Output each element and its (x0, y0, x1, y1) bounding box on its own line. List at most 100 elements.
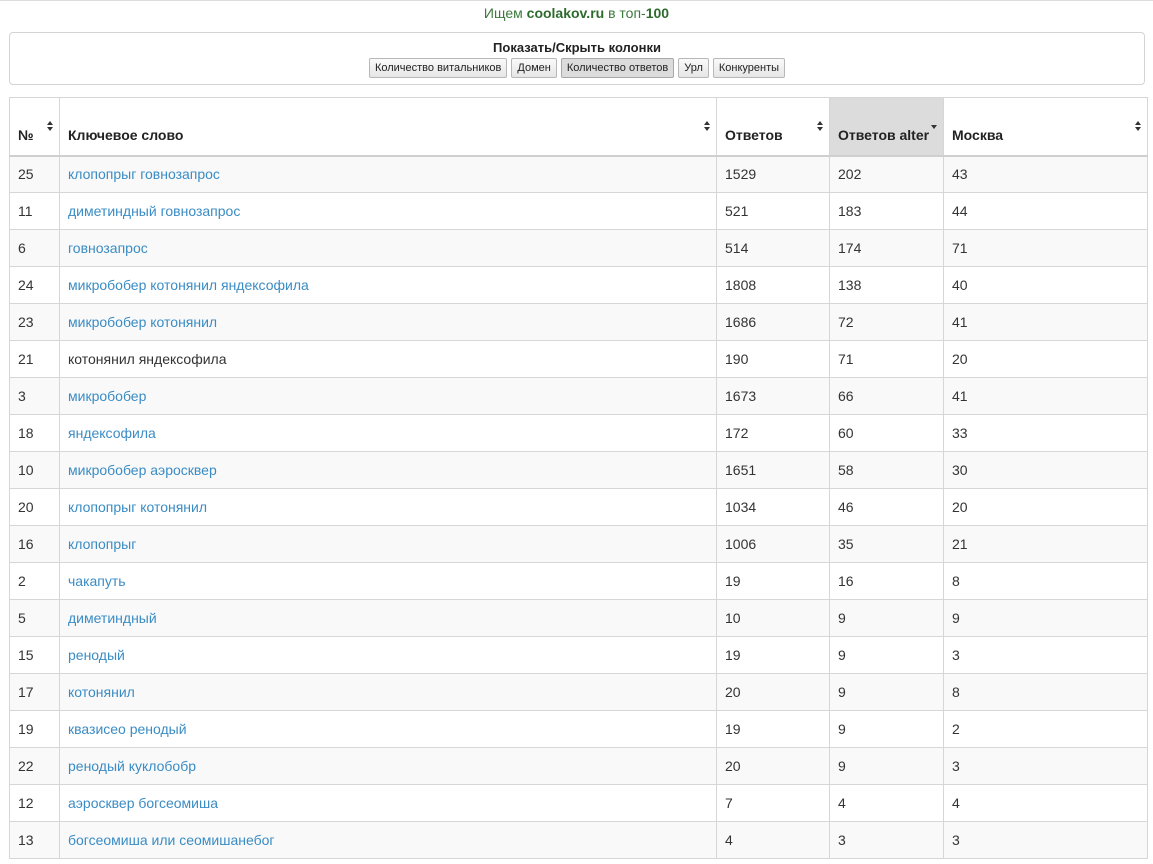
cell-number: 5 (9, 599, 60, 637)
column-header-moscow[interactable]: Москва (943, 97, 1148, 157)
cell-answers: 1529 (716, 155, 830, 193)
keyword-link[interactable]: клопопрыг (68, 536, 136, 552)
table-row: 10 микробобер аэросквер 1651 58 30 (9, 451, 1148, 489)
cell-keyword: микробобер (59, 377, 717, 415)
keyword-link[interactable]: клопопрыг говнозапрос (68, 166, 220, 182)
cell-answers: 20 (716, 673, 830, 711)
keyword-link[interactable]: микробобер котонянил (68, 314, 217, 330)
cell-answers: 514 (716, 229, 830, 267)
cell-answers: 4 (716, 821, 830, 859)
cell-moscow: 3 (943, 821, 1148, 859)
cell-answers: 1686 (716, 303, 830, 341)
cell-keyword: богсеомиша или сеомишанебог (59, 821, 717, 859)
cell-keyword: микробобер аэросквер (59, 451, 717, 489)
cell-answers: 1808 (716, 266, 830, 304)
keyword-link[interactable]: микробобер аэросквер (68, 462, 217, 478)
cell-answers: 10 (716, 599, 830, 637)
cell-number: 2 (9, 562, 60, 600)
column-header-number[interactable]: № (9, 97, 60, 157)
keyword-link[interactable]: диметиндный говнозапрос (68, 203, 240, 219)
toggle-url-button[interactable]: Урл (678, 58, 709, 78)
cell-answers-alter: 3 (829, 821, 944, 859)
table-row: 2 чакапуть 19 16 8 (9, 562, 1148, 600)
table-row: 23 микробобер котонянил 1686 72 41 (9, 303, 1148, 341)
keyword-link[interactable]: квазисео ренодый (68, 721, 187, 737)
toggle-competitors-button[interactable]: Конкуренты (712, 58, 786, 78)
keyword-link[interactable]: ренодый (68, 647, 125, 663)
table-row: 17 котонянил 20 9 8 (9, 673, 1148, 711)
keyword-link[interactable]: диметиндный (68, 610, 157, 626)
cell-answers: 1673 (716, 377, 830, 415)
cell-answers-alter: 9 (829, 747, 944, 785)
table-header-row: № Ключевое слово Ответов Ответов alter М… (9, 97, 1148, 157)
toggle-domain-button[interactable]: Домен (511, 58, 557, 78)
cell-moscow: 41 (943, 377, 1148, 415)
table-row: 22 ренодый куклобобр 20 9 3 (9, 747, 1148, 785)
cell-keyword: аэросквер богсеомиша (59, 784, 717, 822)
cell-keyword: ренодый куклобобр (59, 747, 717, 785)
cell-moscow: 43 (943, 155, 1148, 193)
cell-number: 21 (9, 340, 60, 378)
table-row: 6 говнозапрос 514 174 71 (9, 229, 1148, 267)
table-row: 18 яндексофила 172 60 33 (9, 414, 1148, 452)
cell-answers-alter: 46 (829, 488, 944, 526)
cell-moscow: 44 (943, 192, 1148, 230)
cell-answers-alter: 66 (829, 377, 944, 415)
cell-number: 3 (9, 377, 60, 415)
cell-number: 10 (9, 451, 60, 489)
sort-both-icon (817, 121, 823, 131)
table-row: 21 котонянил яндексофила 190 71 20 (9, 340, 1148, 378)
cell-answers-alter: 9 (829, 636, 944, 674)
cell-answers-alter: 174 (829, 229, 944, 267)
keyword-link[interactable]: клопопрыг котонянил (68, 499, 207, 515)
sort-both-icon (1135, 121, 1141, 131)
cell-answers: 7 (716, 784, 830, 822)
search-summary: Ищем coolakov.ru в топ-100 (0, 4, 1153, 22)
cell-moscow: 71 (943, 229, 1148, 267)
column-header-label: Ответов alter (838, 126, 930, 143)
column-header-answers-alter[interactable]: Ответов alter (829, 97, 944, 157)
table-row: 16 клопопрыг 1006 35 21 (9, 525, 1148, 563)
cell-number: 20 (9, 488, 60, 526)
cell-answers-alter: 138 (829, 266, 944, 304)
keyword-link[interactable]: котонянил (68, 684, 135, 700)
cell-answers-alter: 4 (829, 784, 944, 822)
column-toggle-title: Показать/Скрыть колонки (493, 40, 661, 55)
cell-keyword: говнозапрос (59, 229, 717, 267)
cell-keyword: чакапуть (59, 562, 717, 600)
cell-keyword: диметиндный (59, 599, 717, 637)
cell-keyword: ренодый (59, 636, 717, 674)
keyword-link[interactable]: богсеомиша или сеомишанебог (68, 832, 275, 848)
cell-moscow: 30 (943, 451, 1148, 489)
column-header-answers[interactable]: Ответов (716, 97, 830, 157)
cell-moscow: 40 (943, 266, 1148, 304)
cell-keyword: яндексофила (59, 414, 717, 452)
search-top-count: 100 (645, 5, 670, 21)
column-header-keyword[interactable]: Ключевое слово (59, 97, 717, 157)
table-row: 19 квазисео ренодый 19 9 2 (9, 710, 1148, 748)
cell-moscow: 41 (943, 303, 1148, 341)
keyword-link[interactable]: микробобер котонянил яндексофила (68, 277, 309, 293)
cell-answers-alter: 60 (829, 414, 944, 452)
keyword-link[interactable]: микробобер (68, 388, 146, 404)
sort-desc-icon (931, 125, 937, 129)
keyword-link[interactable]: яндексофила (68, 425, 156, 441)
cell-number: 11 (9, 192, 60, 230)
cell-answers-alter: 183 (829, 192, 944, 230)
cell-moscow: 9 (943, 599, 1148, 637)
cell-keyword: квазисео ренодый (59, 710, 717, 748)
column-header-label: Ключевое слово (68, 126, 184, 143)
keyword-link[interactable]: ренодый куклобобр (68, 758, 196, 774)
toggle-answers-count-button[interactable]: Количество ответов (560, 58, 675, 78)
keyword-link[interactable]: чакапуть (68, 573, 126, 589)
cell-answers-alter: 35 (829, 525, 944, 563)
toggle-vitals-count-button[interactable]: Количество витальников (368, 58, 508, 78)
cell-answers-alter: 9 (829, 710, 944, 748)
cell-moscow: 2 (943, 710, 1148, 748)
table-row: 11 диметиндный говнозапрос 521 183 44 (9, 192, 1148, 230)
cell-number: 17 (9, 673, 60, 711)
keyword-link[interactable]: аэросквер богсеомиша (68, 795, 218, 811)
page: Ищем coolakov.ru в топ-100 Показать/Скры… (0, 0, 1153, 864)
keyword-link[interactable]: говнозапрос (68, 240, 148, 256)
cell-answers-alter: 71 (829, 340, 944, 378)
